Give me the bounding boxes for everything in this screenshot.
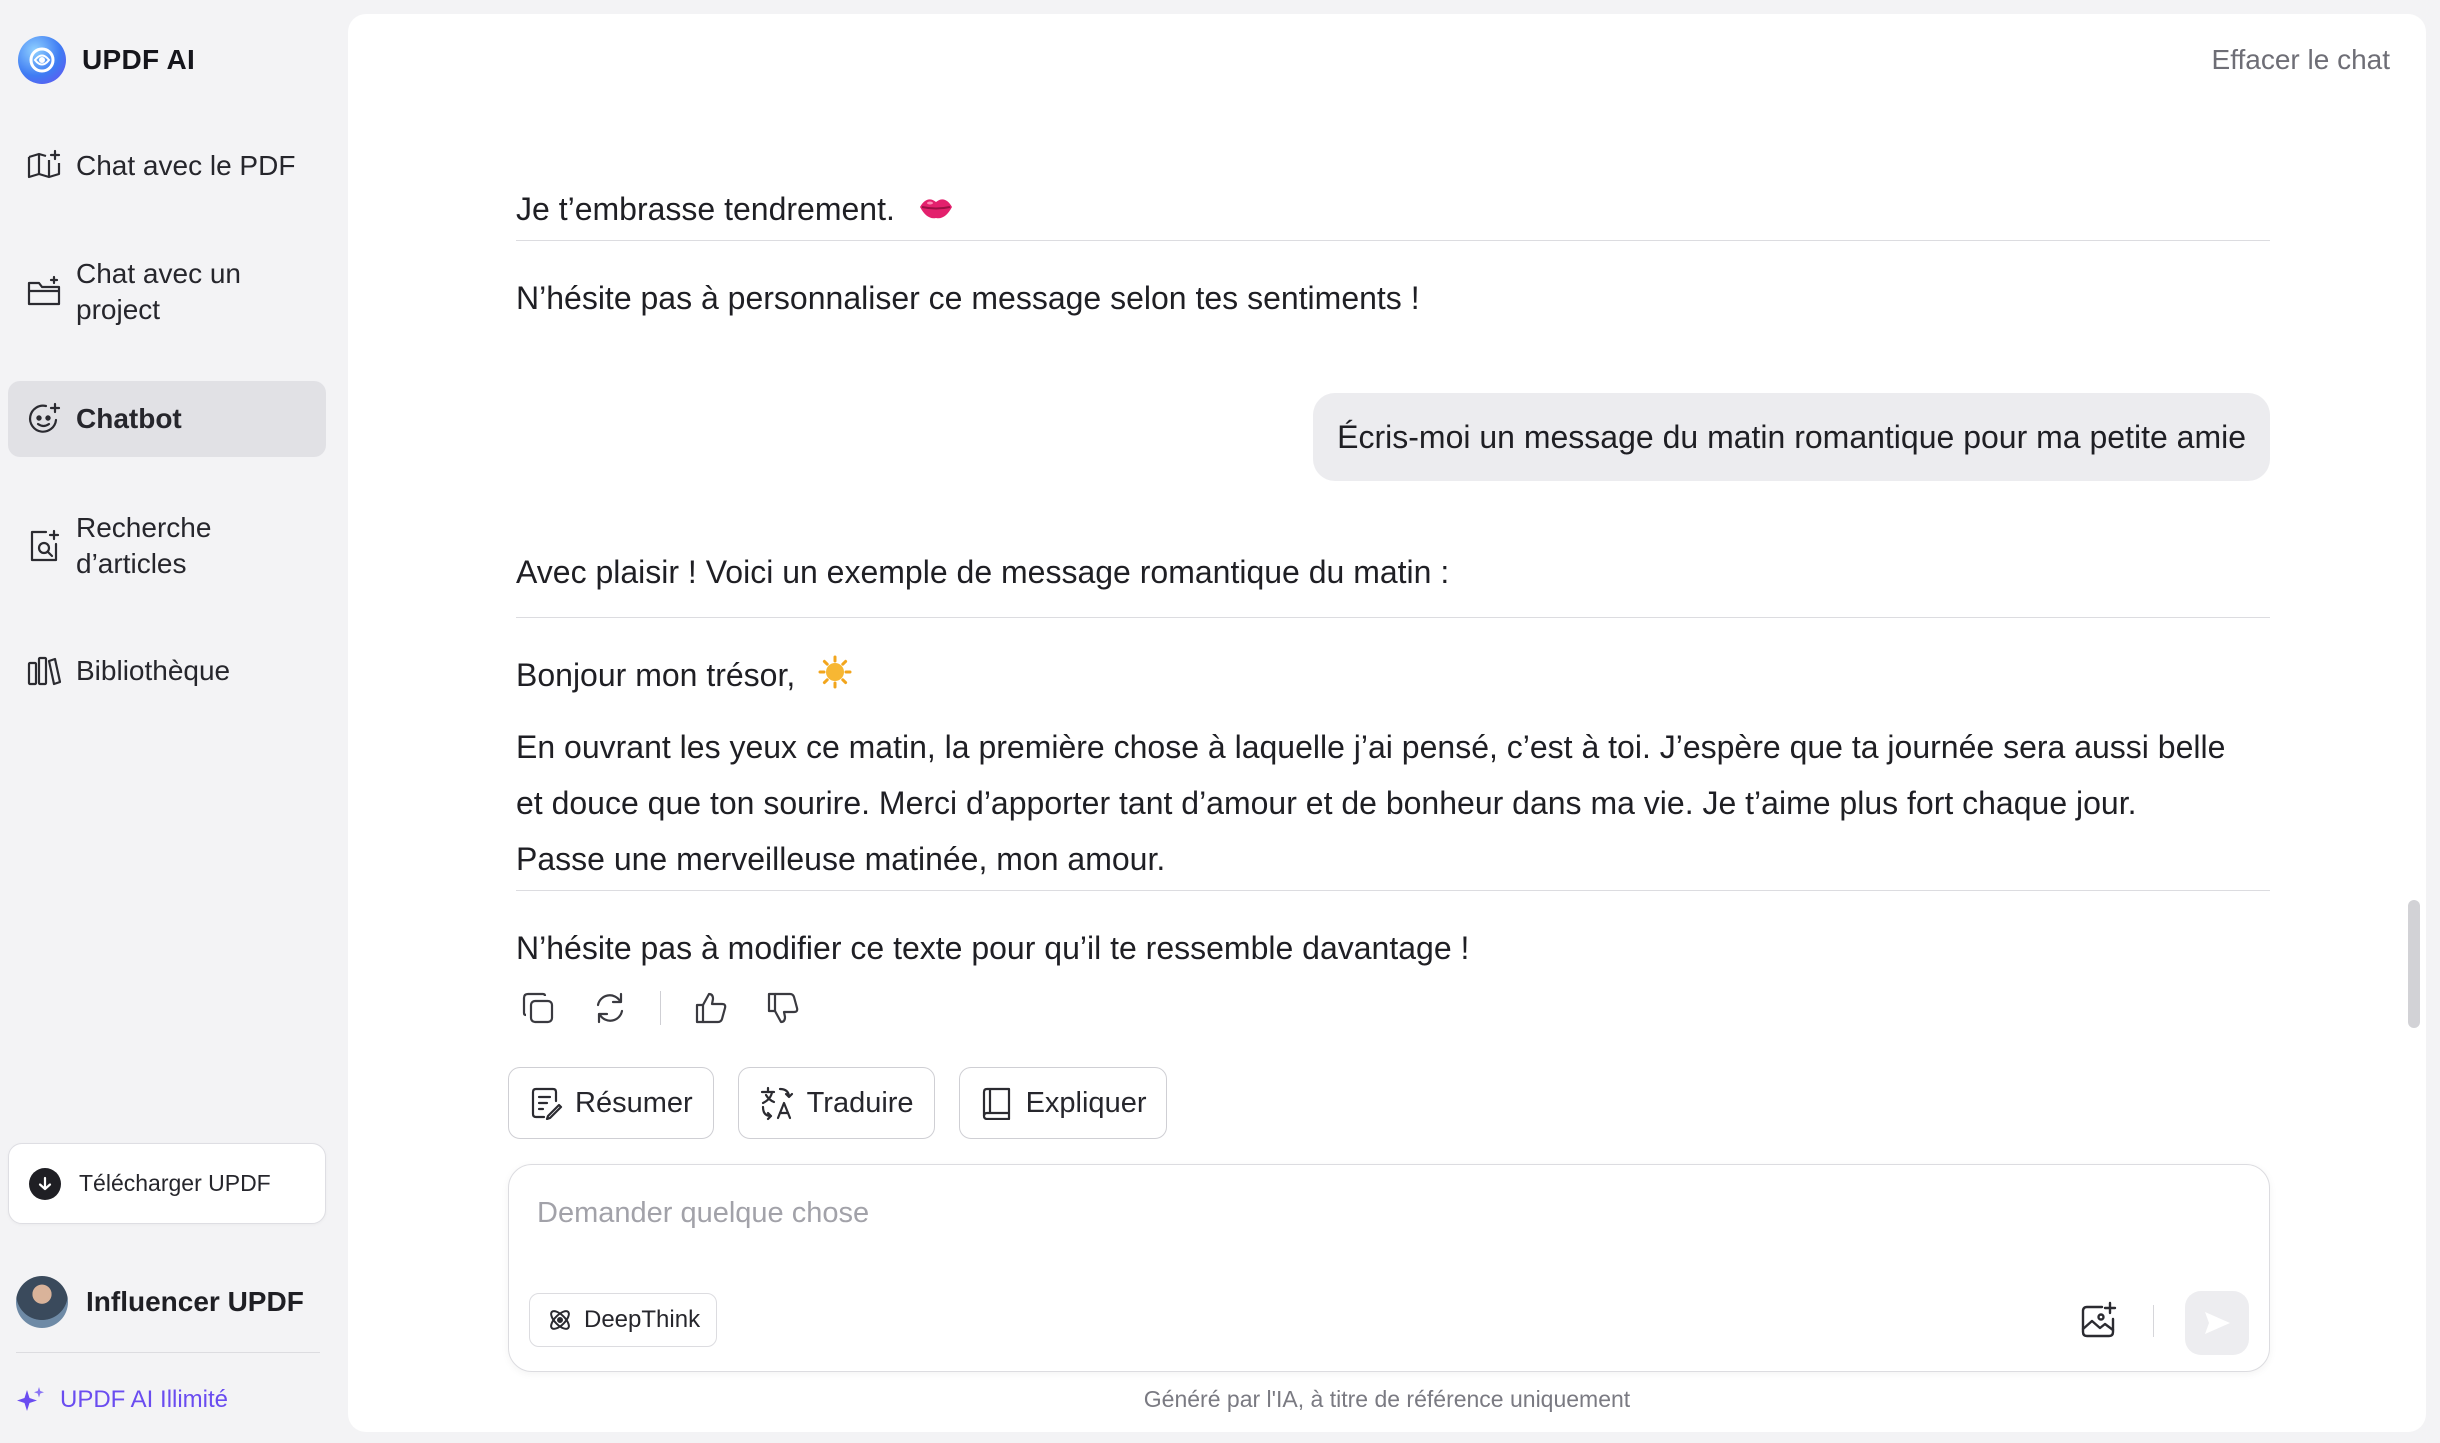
folder-icon xyxy=(27,275,61,306)
sidebar-item-library[interactable]: Bibliothèque xyxy=(8,645,326,697)
library-icon xyxy=(27,656,62,686)
download-updf-button[interactable]: Télécharger UPDF xyxy=(8,1143,326,1224)
sidebar-item-chat-project[interactable]: Chat avec un project xyxy=(8,252,326,332)
message-divider xyxy=(516,240,2270,241)
plan-label: UPDF AI Illimité xyxy=(60,1386,229,1413)
sidebar-item-articles[interactable]: Recherche d’articles xyxy=(8,506,326,586)
sparkle-icon xyxy=(17,1387,44,1411)
chip-label: Résumer xyxy=(575,1086,693,1119)
sidebar-item-label: Chat avec un project xyxy=(76,258,241,325)
sidebar-item-label: Chatbot xyxy=(76,403,182,434)
explain-chip[interactable]: Expliquer xyxy=(958,1067,1168,1139)
copy-icon xyxy=(522,992,554,1024)
app-window: UPDF AI Chat avec le PDF Chat avec un pr… xyxy=(0,0,2440,1443)
assistant-body-line: Passe une merveilleuse matinée, mon amou… xyxy=(516,841,1166,877)
chatbot-face-icon xyxy=(28,402,61,433)
sidebar-item-chatbot[interactable]: Chatbot xyxy=(8,381,326,457)
chip-label: Traduire xyxy=(806,1086,914,1119)
action-separator xyxy=(660,991,661,1025)
summarize-chip[interactable]: Résumer xyxy=(508,1067,714,1139)
translate-icon xyxy=(760,1086,793,1121)
chip-label: Expliquer xyxy=(1025,1086,1147,1119)
atom-icon xyxy=(550,1310,570,1330)
avatar xyxy=(16,1276,68,1328)
composer-separator xyxy=(2153,1305,2154,1337)
summary-icon xyxy=(531,1087,563,1120)
assistant-outro: N’hésite pas à modifier ce texte pour qu… xyxy=(516,930,1470,966)
sidebar-divider xyxy=(16,1352,320,1353)
sidebar-item-label: Bibliothèque xyxy=(76,655,231,686)
sidebar: UPDF AI Chat avec le PDF Chat avec un pr… xyxy=(0,0,340,1443)
user-message-bubble: Écris-moi un message du matin romantique… xyxy=(1313,393,2270,481)
book-sparkle-icon xyxy=(27,149,61,179)
deepthink-label: DeepThink xyxy=(584,1306,701,1333)
chat-input[interactable] xyxy=(537,1185,2037,1241)
plan-upgrade-link[interactable]: UPDF AI Illimité xyxy=(16,1384,228,1416)
book-icon xyxy=(982,1087,1010,1120)
user-profile[interactable]: Influencer UPDF xyxy=(16,1275,304,1329)
thumbs-down-icon xyxy=(767,992,799,1024)
sidebar-item-label: Recherche d’articles xyxy=(76,512,212,579)
send-button[interactable] xyxy=(2185,1291,2249,1355)
thumbs-up-icon xyxy=(695,992,727,1024)
image-upload-button[interactable] xyxy=(2079,1301,2119,1341)
download-label: Télécharger UPDF xyxy=(79,1170,271,1196)
lips-emoji-icon xyxy=(918,184,954,240)
brand-name: UPDF AI xyxy=(82,44,196,75)
updf-logo-icon xyxy=(18,36,66,84)
clear-chat-button[interactable]: Effacer le chat xyxy=(2212,44,2390,76)
assistant-message-line: Je t’embrasse tendrement. xyxy=(516,181,954,240)
regenerate-button[interactable] xyxy=(588,986,632,1030)
message-divider xyxy=(516,890,2270,891)
copy-button[interactable] xyxy=(516,986,560,1030)
image-add-icon xyxy=(2081,1301,2117,1338)
message-divider xyxy=(516,617,2270,618)
chat-panel: Effacer le chat Je t’embrasse tendrement… xyxy=(348,14,2426,1432)
refresh-icon xyxy=(596,992,624,1024)
brand[interactable]: UPDF AI xyxy=(18,36,195,84)
quick-action-chips: Résumer Traduire Expliquer xyxy=(508,1067,1168,1139)
assistant-body-line: En ouvrant les yeux ce matin, la premièr… xyxy=(516,729,2226,765)
assistant-body-line: et douce que ton sourire. Merci d’apport… xyxy=(516,785,2137,821)
sidebar-item-chat-pdf[interactable]: Chat avec le PDF xyxy=(8,140,326,192)
message-actions xyxy=(516,986,833,1030)
assistant-message-line: N’hésite pas à personnaliser ce message … xyxy=(516,280,1420,316)
send-icon xyxy=(2205,1312,2230,1334)
deepthink-toggle[interactable]: DeepThink xyxy=(529,1293,718,1347)
document-search-icon xyxy=(30,529,60,562)
chat-composer: DeepThink xyxy=(508,1164,2270,1372)
assistant-greeting: Bonjour mon trésor, xyxy=(516,647,852,706)
sun-emoji-icon xyxy=(818,650,852,706)
translate-chip[interactable]: Traduire xyxy=(737,1067,935,1139)
ai-disclaimer: Généré par l'IA, à titre de référence un… xyxy=(1143,1386,1631,1412)
user-name: Influencer UPDF xyxy=(86,1286,304,1317)
download-icon xyxy=(29,1167,61,1200)
thumbs-down-button[interactable] xyxy=(761,986,805,1030)
assistant-intro: Avec plaisir ! Voici un exemple de messa… xyxy=(516,554,1450,590)
thumbs-up-button[interactable] xyxy=(689,986,733,1030)
chat-scrollbar[interactable] xyxy=(2408,900,2420,1028)
sidebar-item-label: Chat avec le PDF xyxy=(76,150,296,181)
